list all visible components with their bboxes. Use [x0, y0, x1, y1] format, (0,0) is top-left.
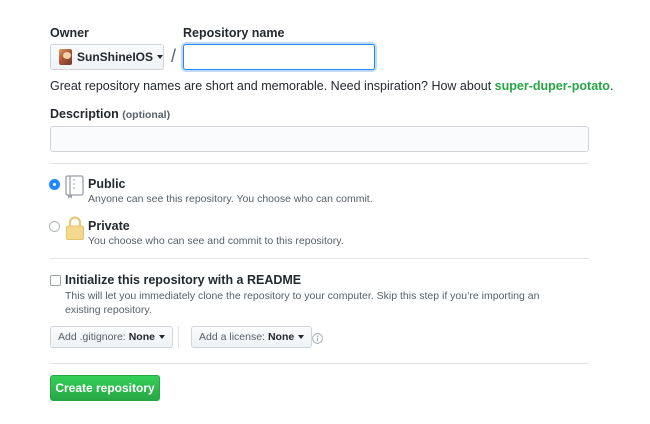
owner-repo-separator: / — [171, 46, 177, 66]
description-optional: (optional) — [122, 109, 171, 121]
description-input[interactable] — [50, 126, 589, 152]
repo-name-label: Repository name — [183, 26, 285, 40]
divider — [50, 163, 589, 164]
chevron-down-icon — [157, 55, 163, 59]
owner-avatar — [59, 49, 72, 65]
readme-label: Initialize this repository with a README — [65, 273, 302, 287]
owner-select-button[interactable]: SunShineIOS — [50, 44, 164, 70]
public-radio[interactable] — [49, 179, 60, 190]
name-inspiration-text: Great repository names are short and mem… — [50, 79, 613, 93]
private-desc: You choose who can see and commit to thi… — [88, 235, 344, 247]
gitignore-label: Add .gitignore: — [58, 331, 126, 343]
readme-checkbox[interactable] — [50, 275, 61, 286]
lock-icon — [66, 216, 84, 240]
private-title: Private — [88, 219, 130, 233]
owner-label: Owner — [50, 26, 89, 40]
private-radio[interactable] — [49, 221, 60, 232]
repo-book-icon — [65, 175, 84, 199]
license-value: None — [267, 331, 295, 343]
license-select-button[interactable]: Add a license: None — [191, 326, 313, 348]
license-label: Add a license: — [199, 331, 265, 343]
chevron-down-icon — [298, 335, 305, 339]
repo-name-input[interactable] — [183, 44, 375, 70]
gitignore-value: None — [128, 331, 155, 343]
name-suggestion-link[interactable]: super-duper-potato — [495, 79, 610, 93]
inspiration-end: . — [609, 79, 614, 93]
readme-desc: This will let you immediately clone the … — [65, 290, 540, 316]
chevron-down-icon — [158, 335, 165, 339]
create-repository-button[interactable]: Create repository — [50, 375, 160, 401]
gitignore-select-button[interactable]: Add .gitignore: None — [50, 326, 173, 348]
divider — [50, 258, 589, 259]
divider — [50, 363, 589, 364]
public-desc: Anyone can see this repository. You choo… — [88, 193, 373, 205]
vertical-divider — [178, 326, 179, 348]
description-label: Description (optional) — [50, 107, 170, 121]
owner-name: SunShineIOS — [76, 50, 153, 64]
description-label-text: Description — [50, 107, 119, 121]
public-title: Public — [88, 177, 126, 191]
inspiration-text: Great repository names are short and mem… — [50, 79, 495, 93]
info-icon[interactable] — [312, 333, 323, 344]
